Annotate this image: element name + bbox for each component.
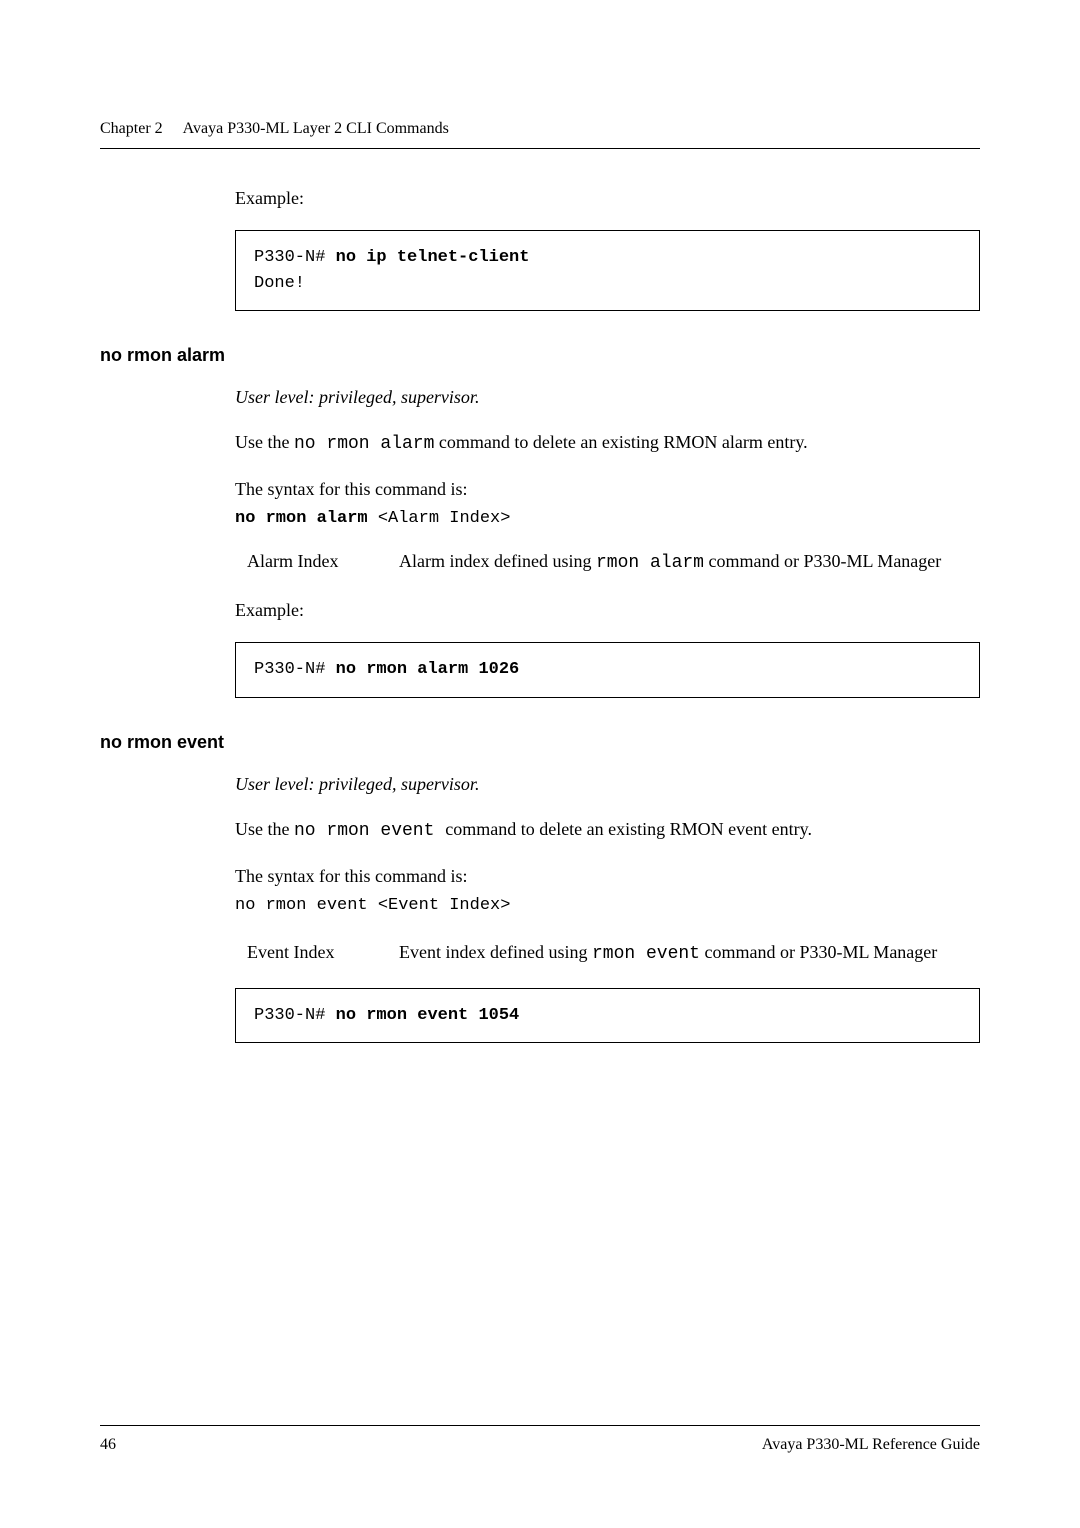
example-label: Example:	[235, 185, 980, 212]
desc-command: no rmon alarm	[294, 434, 434, 454]
desc-text: command to delete an existing RMON event…	[445, 819, 812, 839]
code-command: no rmon alarm 1026	[336, 660, 520, 679]
code-prompt: P330-N#	[254, 1006, 325, 1025]
page-footer: 46 Avaya P330-ML Reference Guide	[100, 1425, 980, 1454]
parameter-description: Alarm index defined using rmon alarm com…	[399, 548, 980, 577]
param-command: rmon event	[592, 944, 700, 964]
param-text: Event index defined using	[399, 942, 592, 962]
syntax-label: The syntax for this command is:	[235, 476, 980, 503]
code-prompt: P330-N#	[254, 248, 325, 267]
document-title: Avaya P330-ML Reference Guide	[762, 1436, 980, 1454]
chapter-label: Chapter 2	[100, 120, 163, 137]
code-command: no rmon event 1054	[336, 1006, 520, 1025]
syntax-argument: <Alarm Index>	[368, 509, 511, 528]
param-text: command or P330-ML Manager	[700, 942, 937, 962]
syntax-line: no rmon alarm <Alarm Index>	[235, 509, 980, 528]
user-level-note: User level: privileged, supervisor.	[235, 384, 980, 411]
parameter-description: Event index defined using rmon event com…	[399, 939, 980, 968]
code-command: no ip telnet-client	[336, 248, 530, 267]
code-example-block: P330-N# no rmon event 1054	[235, 988, 980, 1044]
syntax-line: no rmon event <Event Index>	[235, 896, 980, 915]
user-level-note: User level: privileged, supervisor.	[235, 771, 980, 798]
parameter-row: Event Index Event index defined using rm…	[235, 939, 980, 968]
example-label: Example:	[235, 597, 980, 624]
header-divider	[100, 148, 980, 149]
section-description: Use the no rmon event command to delete …	[235, 816, 980, 845]
section-description: Use the no rmon alarm command to delete …	[235, 429, 980, 458]
code-example-block: P330-N# no rmon alarm 1026	[235, 642, 980, 698]
parameter-name: Alarm Index	[247, 548, 399, 577]
desc-text: command to delete an existing RMON alarm…	[434, 432, 807, 452]
param-command: rmon alarm	[596, 553, 704, 573]
chapter-title: Avaya P330-ML Layer 2 CLI Commands	[183, 120, 449, 137]
running-header: Chapter 2 Avaya P330-ML Layer 2 CLI Comm…	[100, 120, 980, 138]
footer-divider	[100, 1425, 980, 1426]
code-output: Done!	[254, 274, 305, 293]
code-example-block: P330-N# no ip telnet-client Done!	[235, 230, 980, 311]
syntax-command: no rmon alarm	[235, 509, 368, 528]
parameter-row: Alarm Index Alarm index defined using rm…	[235, 548, 980, 577]
desc-text: Use the	[235, 432, 294, 452]
desc-command: no rmon event	[294, 821, 445, 841]
parameter-name: Event Index	[247, 939, 399, 968]
section-heading-alarm: no rmon alarm	[100, 345, 980, 366]
desc-text: Use the	[235, 819, 294, 839]
section-heading-event: no rmon event	[100, 732, 980, 753]
syntax-label: The syntax for this command is:	[235, 863, 980, 890]
page-number: 46	[100, 1436, 116, 1454]
param-text: command or P330-ML Manager	[704, 551, 941, 571]
code-prompt: P330-N#	[254, 660, 325, 679]
param-text: Alarm index defined using	[399, 551, 596, 571]
